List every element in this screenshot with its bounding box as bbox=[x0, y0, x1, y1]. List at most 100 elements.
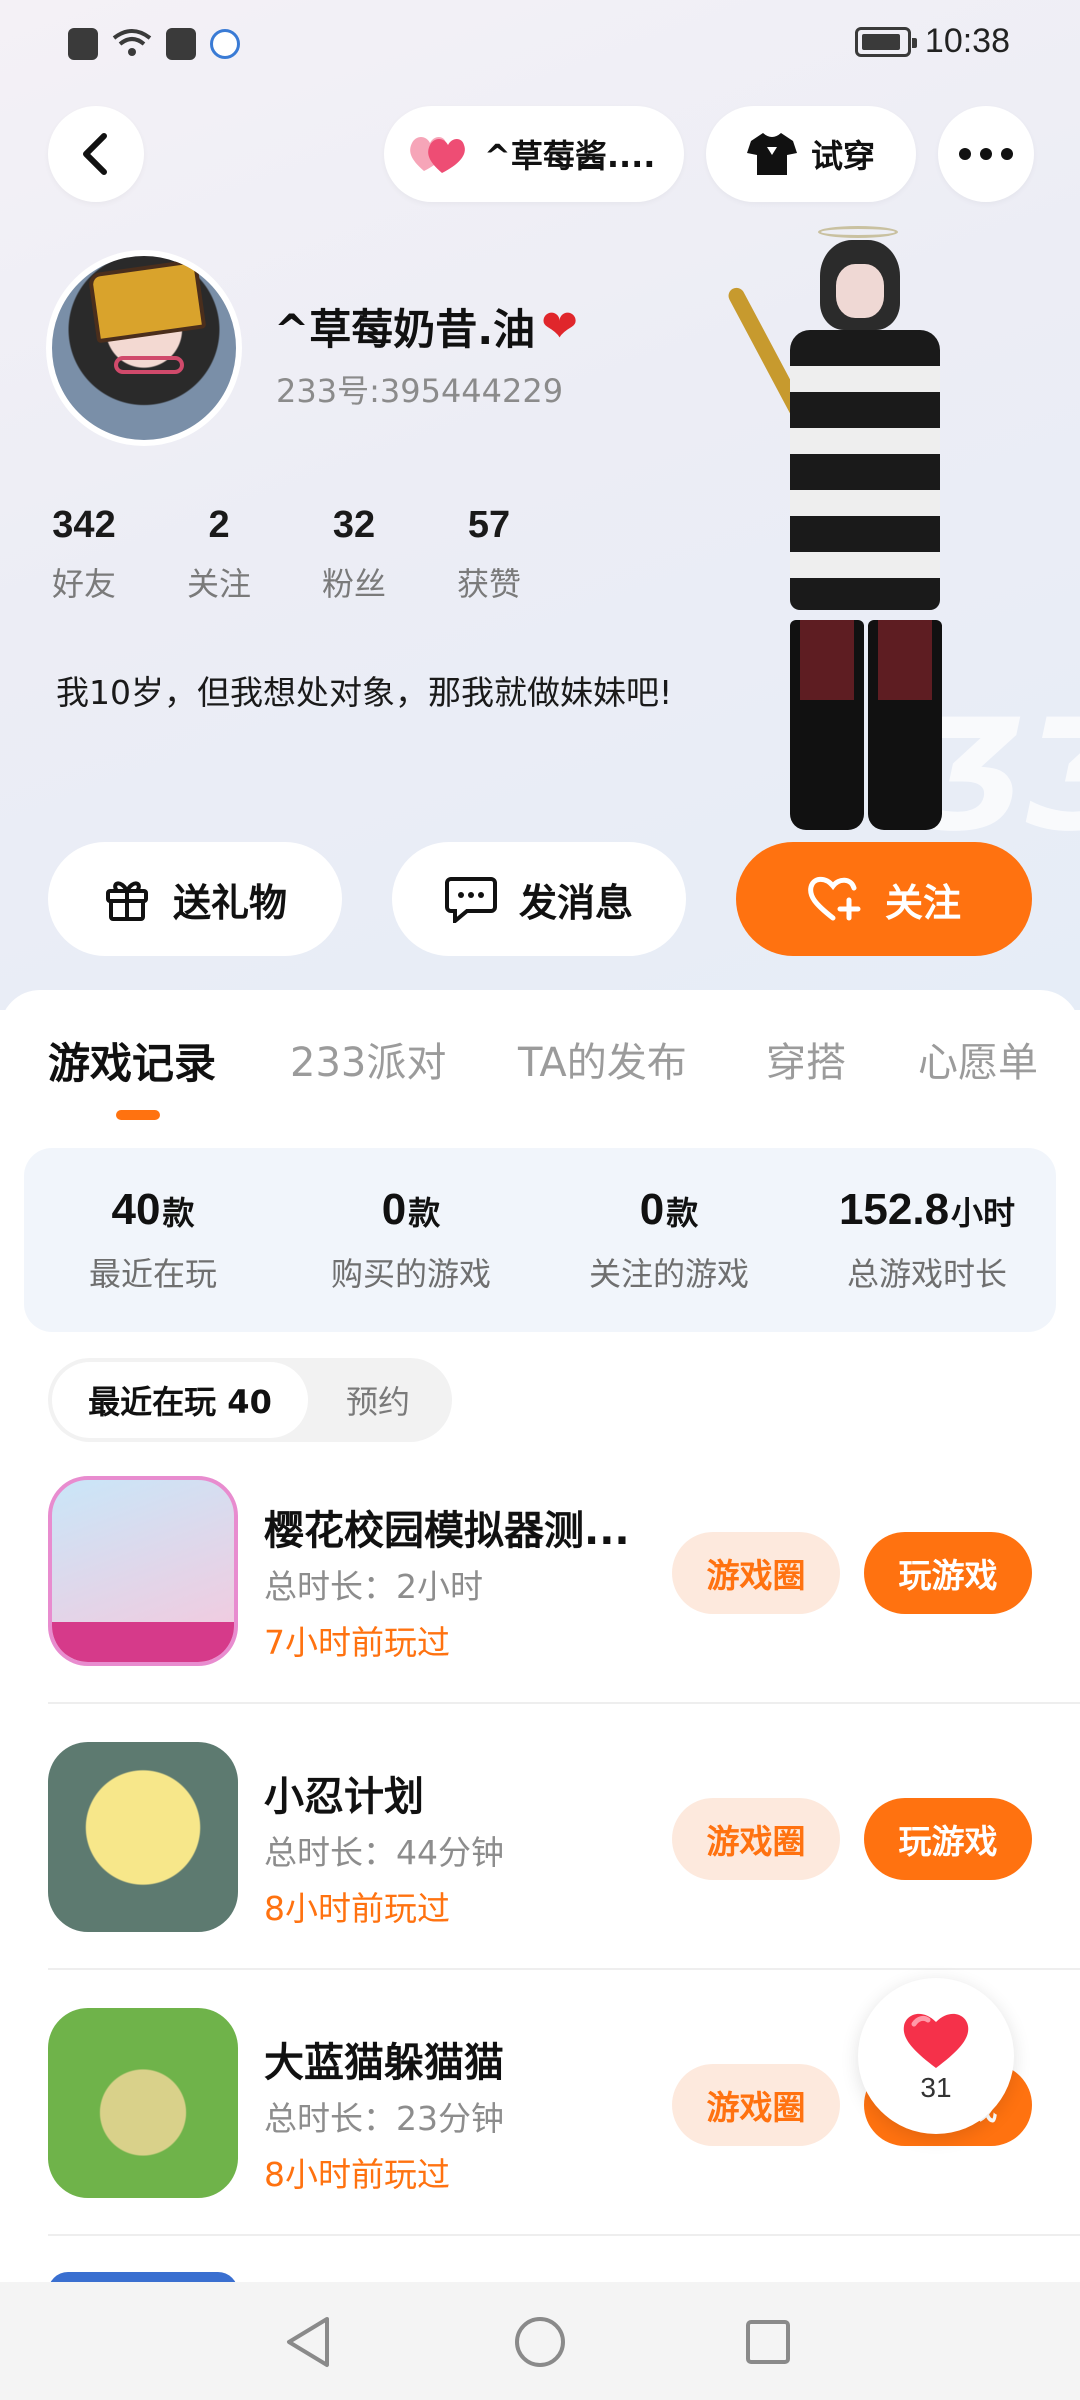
status-right: 10:38 bbox=[854, 22, 1010, 61]
status-icons bbox=[68, 28, 240, 60]
game-duration: 总时长：44分钟 bbox=[264, 1833, 504, 1872]
send-message-button[interactable]: 发消息 bbox=[392, 842, 686, 956]
ifly-icon bbox=[210, 29, 240, 59]
avatar[interactable] bbox=[46, 250, 242, 446]
play-game-button[interactable]: 玩游戏 bbox=[864, 1798, 1032, 1880]
summary-unit: 小时 bbox=[951, 1194, 1016, 1232]
circle-home-icon bbox=[515, 2317, 565, 2367]
back-button[interactable] bbox=[48, 106, 144, 202]
game-duration: 总时长：2小时 bbox=[264, 1567, 483, 1606]
alert-icon bbox=[68, 28, 98, 60]
game-summary: 40 款 最近在玩 0 款 购买的游戏 0 款 关注的游戏 152.8 小时 总… bbox=[24, 1148, 1056, 1332]
game-circle-button[interactable]: 游戏圈 bbox=[672, 2064, 840, 2146]
follow-button[interactable]: 关注 bbox=[736, 842, 1032, 956]
divider bbox=[48, 1702, 1080, 1704]
summary-value: 0 bbox=[381, 1185, 407, 1234]
heart-icon bbox=[903, 2013, 969, 2068]
game-last-played: 8小时前玩过 bbox=[264, 1889, 450, 1928]
game-title: 大蓝猫躲猫猫 bbox=[264, 2040, 504, 2086]
double-heart-icon bbox=[410, 137, 465, 173]
tab-233-party[interactable]: 233派对 bbox=[290, 1030, 446, 1088]
figure-body bbox=[790, 330, 940, 610]
figure-leg-left bbox=[790, 620, 864, 830]
bio: 我10岁，但我想处对象，那我就做妹妹吧! bbox=[56, 673, 673, 712]
summary-purchased[interactable]: 0 款 购买的游戏 bbox=[282, 1148, 540, 1332]
summary-label: 最近在玩 bbox=[88, 1255, 217, 1293]
user-id: 233号:395444229 bbox=[276, 372, 564, 410]
game-icon[interactable] bbox=[48, 1742, 238, 1932]
mail-icon bbox=[166, 28, 196, 60]
divider bbox=[48, 2234, 1080, 2236]
summary-unit: 款 bbox=[408, 1194, 441, 1232]
game-icon[interactable] bbox=[48, 2008, 238, 2198]
square-recents-icon bbox=[746, 2320, 790, 2364]
stat-likes[interactable]: 57 获赞 bbox=[457, 504, 592, 605]
chat-bubble-icon bbox=[444, 877, 497, 923]
summary-value: 0 bbox=[639, 1185, 665, 1234]
profile-stats: 342 好友 2 关注 32 粉丝 57 获赞 bbox=[52, 504, 592, 605]
segment-reserved[interactable]: 预约 bbox=[308, 1362, 448, 1438]
game-title: 樱花校园模拟器测... bbox=[264, 1508, 630, 1554]
summary-label: 总游戏时长 bbox=[846, 1255, 1007, 1293]
list-filter-segment: 最近在玩 40 预约 bbox=[48, 1358, 452, 1442]
summary-followed[interactable]: 0 款 关注的游戏 bbox=[540, 1148, 798, 1332]
more-button[interactable] bbox=[938, 106, 1034, 202]
nav-back-button[interactable] bbox=[278, 2312, 338, 2372]
stat-following[interactable]: 2 关注 bbox=[187, 504, 322, 605]
game-row[interactable]: 樱花校园模拟器测... 总时长：2小时 7小时前玩过 游戏圈 玩游戏 bbox=[0, 1476, 1080, 1742]
friend-name: ^草莓酱.... bbox=[484, 137, 656, 175]
nav-home-button[interactable] bbox=[510, 2312, 570, 2372]
nav-recents-button[interactable] bbox=[738, 2312, 798, 2372]
stat-value: 2 bbox=[208, 504, 230, 546]
summary-value: 40 bbox=[111, 1185, 161, 1234]
stat-friends[interactable]: 342 好友 bbox=[52, 504, 187, 605]
tab-wishlist[interactable]: 心愿单 bbox=[918, 1030, 1038, 1088]
gift-icon bbox=[105, 881, 148, 921]
summary-total-time[interactable]: 152.8 小时 总游戏时长 bbox=[798, 1148, 1056, 1332]
tab-outfits[interactable]: 穿搭 bbox=[766, 1030, 846, 1088]
stat-fans[interactable]: 32 粉丝 bbox=[322, 504, 457, 605]
more-dots-icon bbox=[959, 148, 1013, 160]
summary-value: 152.8 bbox=[838, 1185, 950, 1234]
segment-recent-playing[interactable]: 最近在玩 40 bbox=[52, 1362, 308, 1438]
stat-label: 关注 bbox=[187, 565, 252, 603]
summary-unit: 款 bbox=[666, 1194, 699, 1232]
play-game-button[interactable]: 玩游戏 bbox=[864, 1532, 1032, 1614]
avatar-glasses bbox=[114, 356, 184, 374]
stat-value: 32 bbox=[332, 504, 376, 546]
battery-icon bbox=[854, 26, 917, 57]
game-icon[interactable] bbox=[48, 1476, 238, 1666]
tab-game-records[interactable]: 游戏记录 bbox=[48, 1030, 216, 1091]
summary-label: 关注的游戏 bbox=[588, 1255, 749, 1293]
send-gift-button[interactable]: 送礼物 bbox=[48, 842, 342, 956]
stat-value: 342 bbox=[52, 504, 116, 546]
game-last-played: 8小时前玩过 bbox=[264, 2155, 450, 2194]
game-title: 小忍计划 bbox=[264, 1774, 424, 1820]
figure-face bbox=[836, 264, 884, 318]
game-circle-button[interactable]: 游戏圈 bbox=[672, 1532, 840, 1614]
try-on-label: 试穿 bbox=[810, 137, 875, 175]
nickname-text: ^草莓奶昔.油 bbox=[274, 305, 536, 354]
tab-ta-posts[interactable]: TA的发布 bbox=[518, 1030, 687, 1088]
stat-label: 粉丝 bbox=[322, 565, 387, 603]
game-circle-button[interactable]: 游戏圈 bbox=[672, 1798, 840, 1880]
chevron-left-icon bbox=[83, 133, 107, 175]
friend-shortcut-pill[interactable]: ^草莓酱.... bbox=[384, 106, 684, 202]
avatar-3d-figure[interactable] bbox=[725, 220, 980, 840]
figure-halo bbox=[818, 226, 898, 238]
like-count: 31 bbox=[920, 2072, 952, 2103]
floating-like-button[interactable]: 31 bbox=[858, 1978, 1014, 2134]
status-bar: 10:38 bbox=[0, 0, 1080, 90]
summary-unit: 款 bbox=[162, 1194, 195, 1232]
follow-label: 关注 bbox=[884, 880, 961, 925]
system-navigation-bar bbox=[0, 2282, 1080, 2400]
wifi-icon bbox=[112, 29, 152, 56]
try-on-button[interactable]: 试穿 bbox=[706, 106, 916, 202]
triangle-back-icon bbox=[287, 2317, 329, 2367]
stat-label: 获赞 bbox=[457, 565, 522, 603]
stat-label: 好友 bbox=[52, 565, 117, 603]
summary-recent[interactable]: 40 款 最近在玩 bbox=[24, 1148, 282, 1332]
game-row[interactable]: 小忍计划 总时长：44分钟 8小时前玩过 游戏圈 玩游戏 bbox=[0, 1742, 1080, 2008]
tab-indicator bbox=[116, 1110, 160, 1120]
tshirt-icon bbox=[746, 133, 797, 175]
